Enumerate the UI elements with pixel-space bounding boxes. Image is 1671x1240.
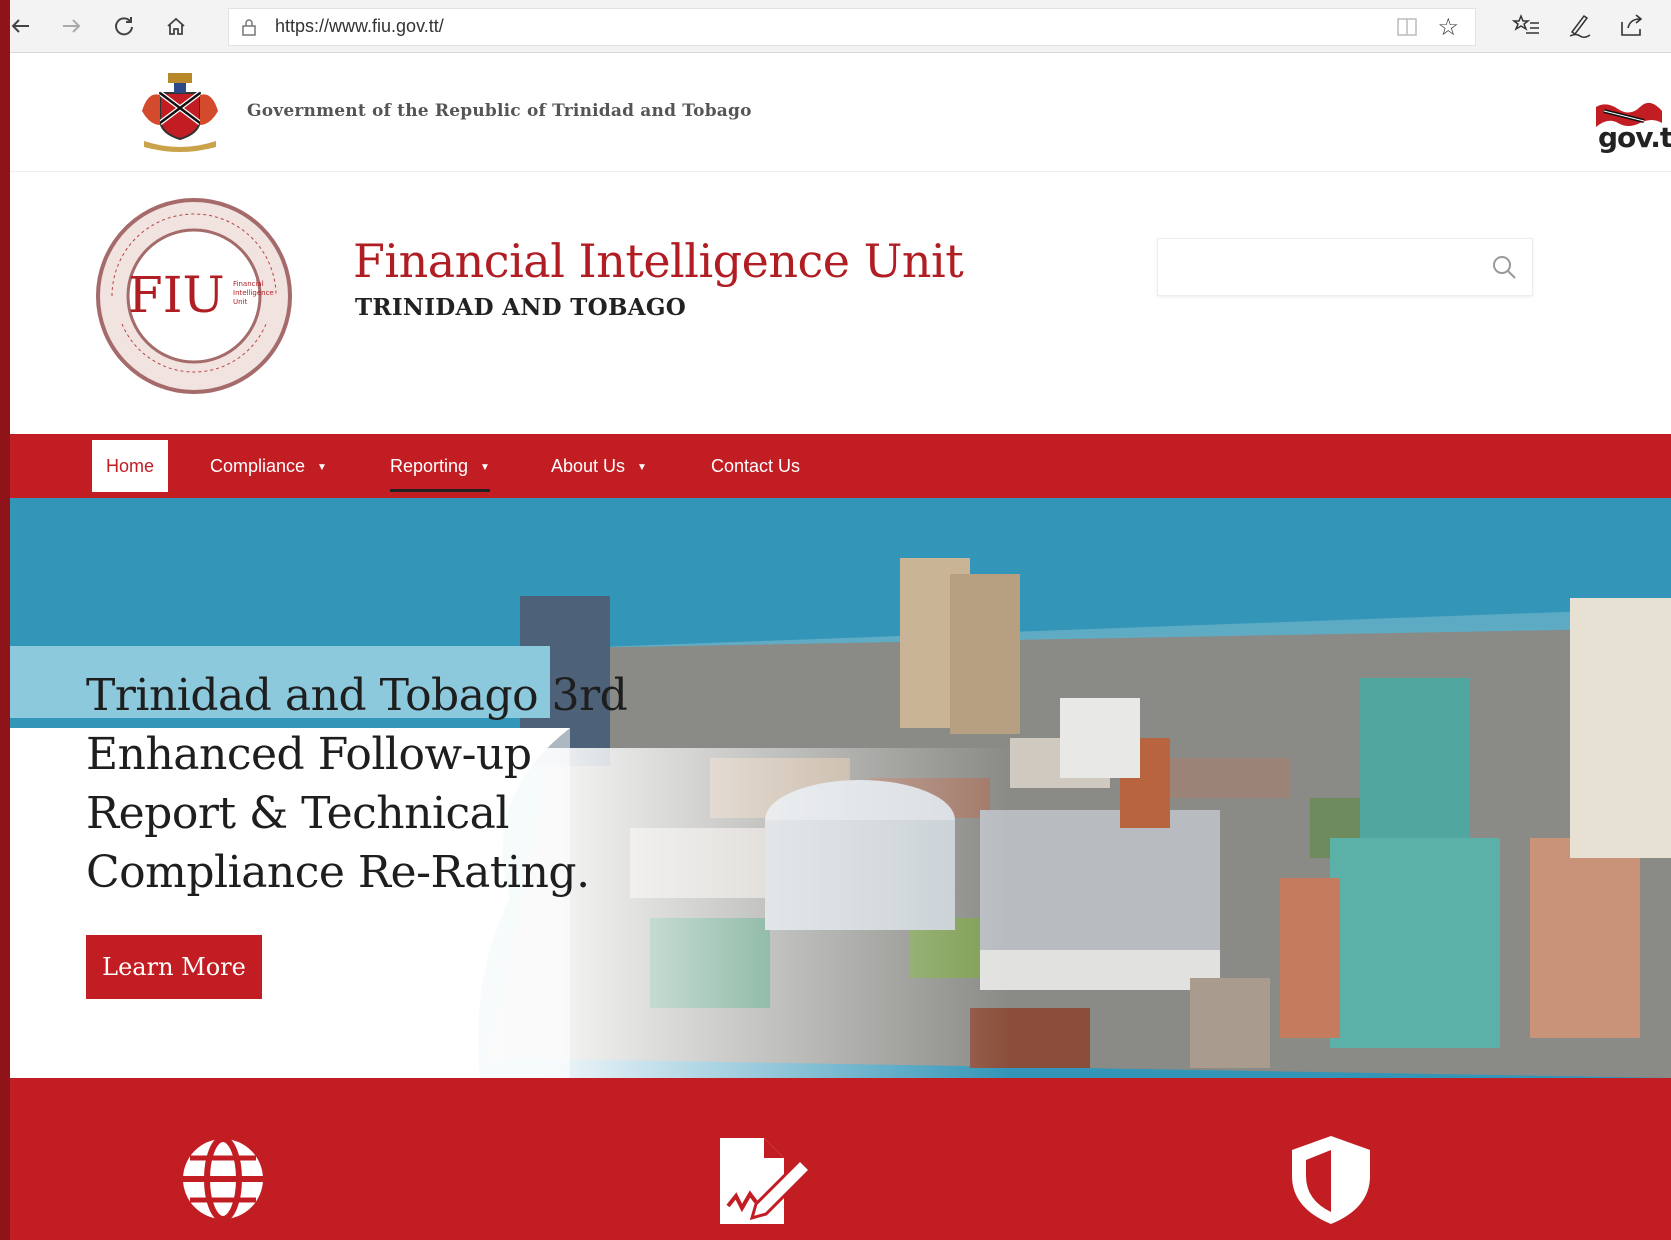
coat-of-arms-logo (142, 73, 218, 152)
pen-icon[interactable] (1564, 10, 1594, 40)
hero-title-line: Enhanced Follow-up (86, 729, 532, 780)
nav-contact-label: Contact Us (711, 456, 801, 476)
nav-contact-us[interactable]: Contact Us (711, 440, 800, 492)
caret-down-icon: ▼ (480, 462, 490, 473)
svg-text:FIU: FIU (128, 266, 225, 324)
back-icon[interactable] (10, 12, 34, 40)
favorite-star-icon[interactable]: ☆ (1437, 13, 1459, 42)
forward-icon[interactable] (58, 12, 86, 40)
nav-home-label: Home (106, 456, 155, 476)
site-header: FIU Financial Intelligence Unit Financia… (10, 172, 1671, 434)
caret-down-icon: ▼ (637, 462, 647, 473)
share-icon[interactable] (1616, 10, 1646, 40)
document-signature-icon[interactable] (716, 1134, 816, 1229)
nav-home[interactable]: Home (92, 440, 169, 492)
government-text: Government of the Republic of Trinidad a… (247, 101, 752, 121)
svg-text:Intelligence: Intelligence (233, 289, 274, 297)
favorites-list-icon[interactable] (1511, 10, 1542, 40)
reading-view-icon[interactable] (1397, 18, 1417, 36)
lock-icon (242, 19, 256, 36)
globe-icon[interactable] (178, 1134, 268, 1224)
url-text: https://www.fiu.gov.tt/ (275, 16, 444, 36)
hero-title: Trinidad and Tobago 3rd Enhanced Follow-… (86, 666, 726, 902)
nav-reporting[interactable]: Reporting ▼ (390, 440, 490, 492)
nav-about-label: About Us (551, 456, 626, 476)
browser-toolbar: https://www.fiu.gov.tt/ ☆ (10, 0, 1671, 53)
govtt-logo-text: gov.tt (1598, 121, 1671, 154)
government-bar: Government of the Republic of Trinidad a… (10, 53, 1671, 172)
hero-banner: Trinidad and Tobago 3rd Enhanced Follow-… (10, 498, 1671, 1078)
govtt-logo[interactable]: gov.tt (1590, 101, 1671, 157)
refresh-icon[interactable] (110, 12, 138, 40)
hero-title-line: Trinidad and Tobago 3rd (86, 670, 628, 721)
nav-about-us[interactable]: About Us ▼ (551, 440, 647, 492)
nav-compliance-label: Compliance (210, 456, 306, 476)
address-bar[interactable]: https://www.fiu.gov.tt/ ☆ (228, 8, 1476, 46)
search-icon[interactable] (1490, 253, 1518, 281)
learn-more-button[interactable]: Learn More (86, 935, 262, 999)
shield-icon[interactable] (1288, 1134, 1374, 1226)
fiu-seal-logo[interactable]: FIU Financial Intelligence Unit (92, 194, 296, 398)
nav-compliance[interactable]: Compliance ▼ (210, 440, 327, 492)
site-subtitle: TRINIDAD AND TOBAGO (355, 294, 687, 321)
hero-title-line: Report & Technical (86, 788, 510, 839)
search-input[interactable] (1157, 238, 1533, 296)
site-title: Financial Intelligence Unit (353, 234, 964, 288)
browser-window: https://www.fiu.gov.tt/ ☆ Government of … (10, 0, 1671, 1240)
caret-down-icon: ▼ (317, 462, 327, 473)
svg-text:Financial: Financial (233, 280, 264, 288)
hero-title-line: Compliance Re-Rating. (86, 847, 590, 898)
svg-text:Unit: Unit (233, 298, 248, 306)
feature-strip (10, 1078, 1671, 1240)
home-icon[interactable] (162, 12, 190, 40)
nav-reporting-label: Reporting (390, 456, 469, 476)
main-nav: Home Compliance ▼ Reporting ▼ About Us ▼ Co… (10, 434, 1671, 498)
